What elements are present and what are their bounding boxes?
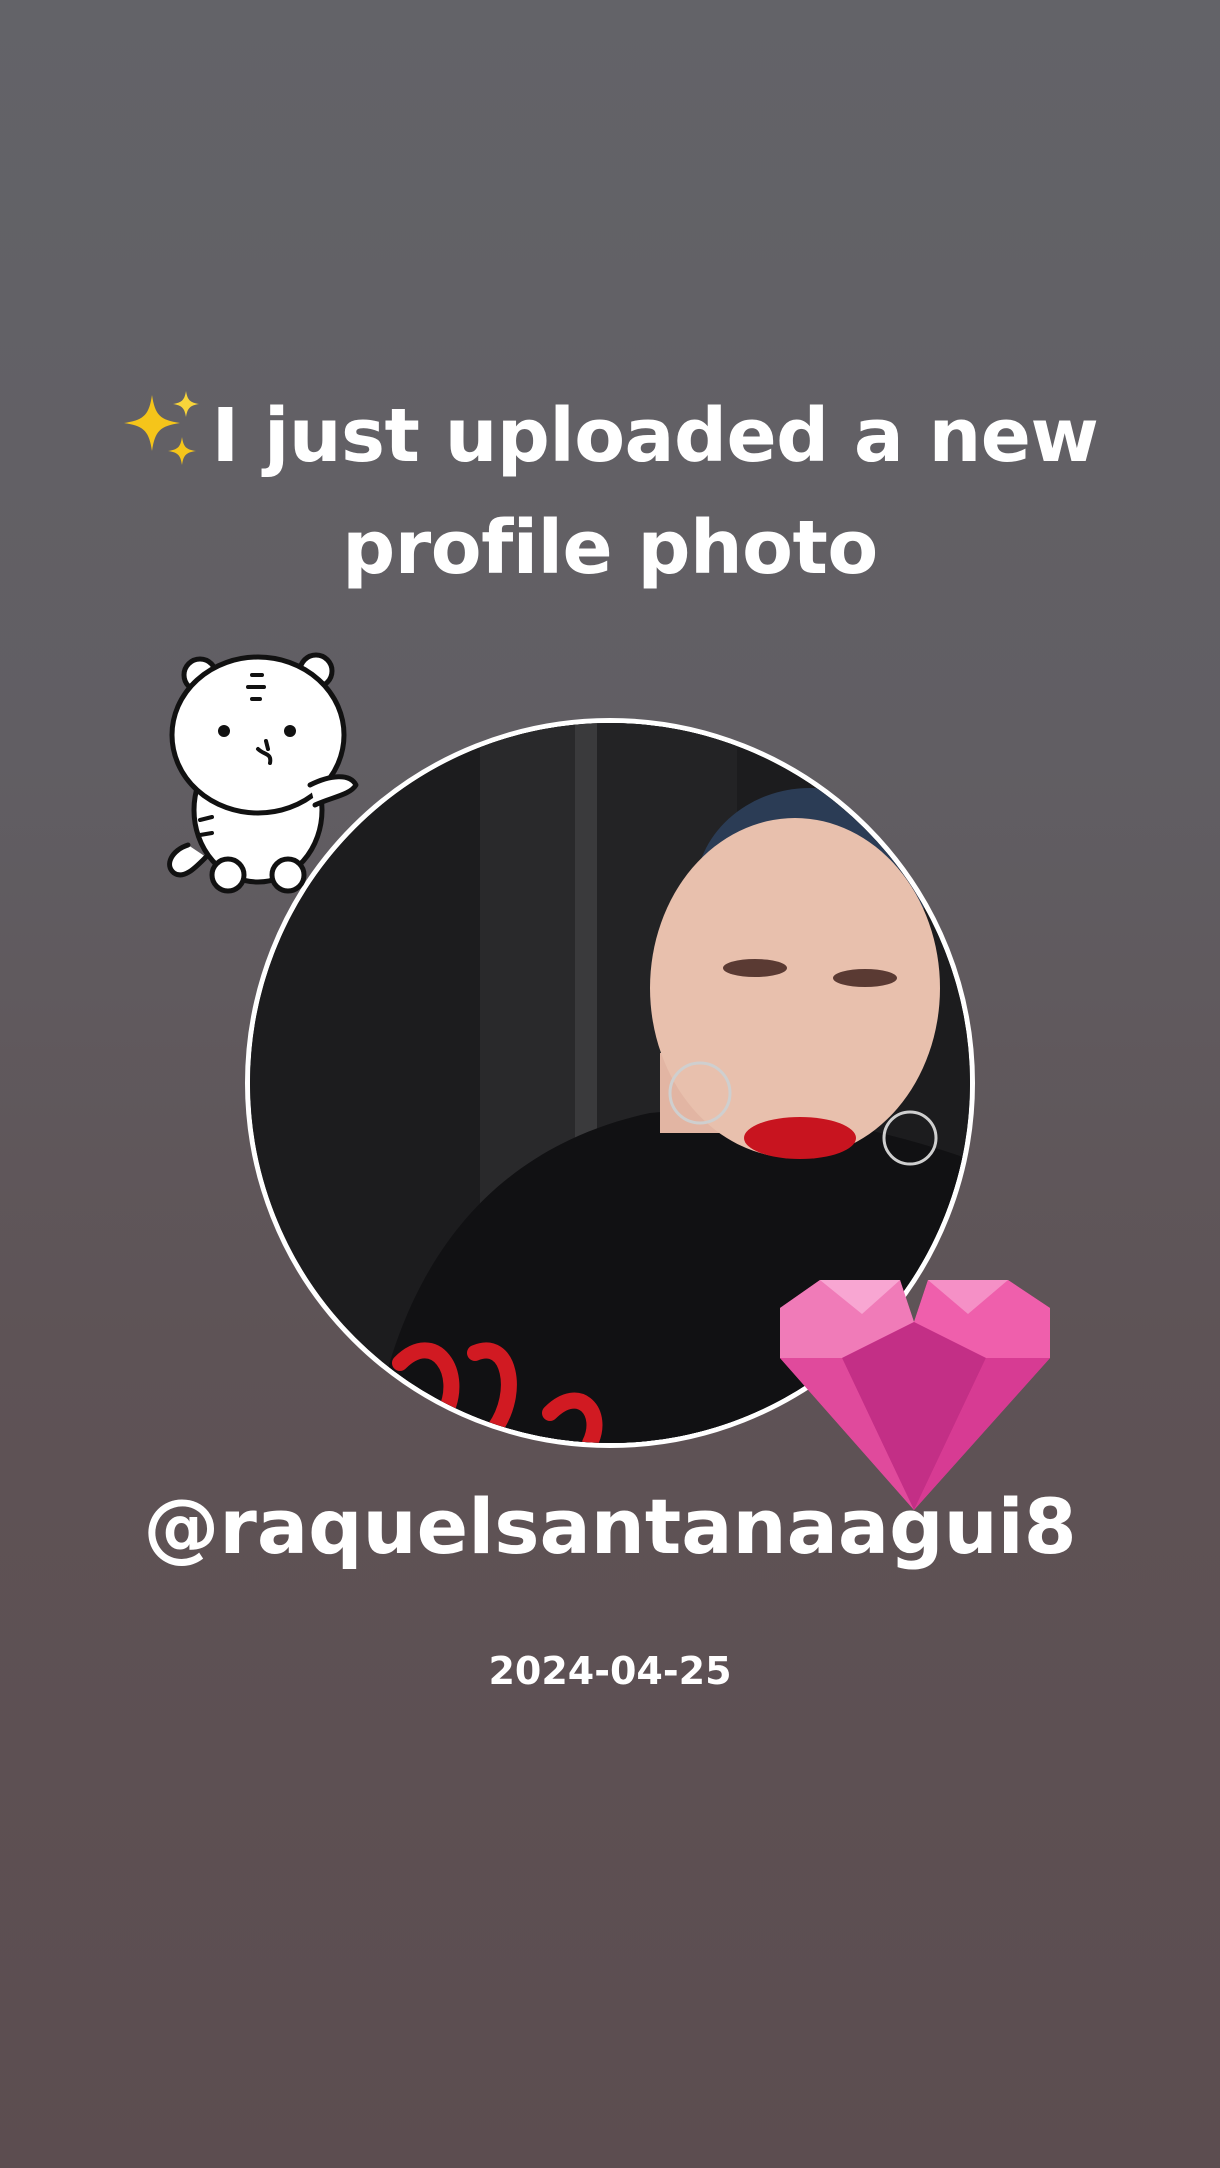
headline-text: I just uploaded a new profile photo	[211, 393, 1099, 591]
post-date: 2024-04-25	[488, 1649, 732, 1693]
sparkles-icon	[122, 387, 206, 471]
white-tiger-sticker	[160, 645, 365, 900]
username: @raquelsantanaagui8	[143, 1482, 1077, 1571]
headline: I just uploaded a new profile photo	[60, 380, 1160, 604]
